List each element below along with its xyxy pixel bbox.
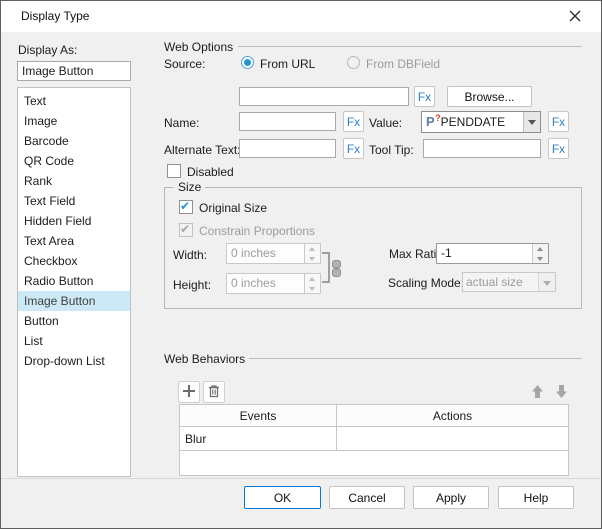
web-options-divider [238,46,582,47]
action-cell[interactable] [337,427,568,450]
width-value: 0 inches [227,244,304,263]
plus-icon [182,384,196,398]
constrain-link-icon [331,259,342,278]
parameter-icon: P? [426,115,435,129]
spin-up-icon [305,274,320,284]
from-url-radio[interactable] [241,56,254,69]
max-ratio-value: -1 [437,244,532,263]
table-empty-area [180,451,568,475]
constrain-proportions-checkbox: ✔ [179,223,193,237]
value-combobox[interactable]: P? PENDDATE [421,111,541,133]
list-item-text[interactable]: Text [18,91,130,111]
web-behaviors-divider [249,358,582,359]
display-type-dialog: Display Type Display As: Text Image Barc… [0,0,602,529]
list-item-image-button[interactable]: Image Button [18,291,130,311]
title-bar: Display Type [1,1,601,32]
table-header-row: Events Actions [180,405,568,427]
event-cell[interactable]: Blur [180,427,337,450]
cancel-button[interactable]: Cancel [329,486,405,509]
footer-divider [1,478,602,479]
size-group-title: Size [174,180,205,194]
list-item-image[interactable]: Image [18,111,130,131]
list-item-rank[interactable]: Rank [18,171,130,191]
apply-button[interactable]: Apply [413,486,489,509]
dialog-title: Display Type [21,9,89,23]
list-item-drop-down-list[interactable]: Drop-down List [18,351,130,371]
height-label: Height: [173,278,211,292]
original-size-label: Original Size [199,201,267,215]
list-item-button[interactable]: Button [18,311,130,331]
web-options-heading: Web Options [164,40,233,54]
browse-button[interactable]: Browse... [447,86,532,107]
width-spinner: 0 inches [226,243,321,264]
value-label: Value: [369,116,402,130]
list-item-barcode[interactable]: Barcode [18,131,130,151]
alternate-text-input[interactable] [239,139,336,158]
constrain-proportions-label: Constrain Proportions [199,224,315,238]
display-as-label: Display As: [18,43,77,57]
original-size-checkbox[interactable]: ✔ [179,200,193,214]
chevron-down-icon [538,273,555,291]
from-url-label: From URL [260,57,315,71]
tool-tip-label: Tool Tip: [369,143,414,157]
checkmark-icon: ✔ [180,199,190,213]
url-formula-button[interactable]: Fx [414,86,435,107]
scaling-mode-label: Scaling Mode: [388,276,464,290]
value-selected: PENDDATE [435,115,523,129]
web-behaviors-heading: Web Behaviors [164,352,245,366]
tool-tip-input[interactable] [423,139,541,158]
tool-tip-formula-button[interactable]: Fx [548,138,569,159]
spin-up-icon [305,244,320,254]
url-input[interactable] [239,87,409,106]
spin-down-icon [305,284,320,294]
move-down-button [552,383,571,402]
list-item-text-field[interactable]: Text Field [18,191,130,211]
list-item-hidden-field[interactable]: Hidden Field [18,211,130,231]
scaling-mode-combobox: actual size [462,272,556,292]
width-height-bracket [322,252,330,283]
disabled-checkbox[interactable] [167,164,181,178]
trash-icon [207,384,221,398]
delete-behavior-button[interactable] [203,381,225,403]
spin-up-button[interactable] [533,244,548,254]
name-input[interactable] [239,112,336,131]
max-ratio-spinner[interactable]: -1 [436,243,549,264]
ok-button[interactable]: OK [244,486,321,509]
alternate-text-label: Alternate Text: [164,143,241,157]
web-behaviors-table: Events Actions Blur [179,404,569,476]
display-type-list: Text Image Barcode QR Code Rank Text Fie… [17,87,131,477]
close-button[interactable] [565,8,585,26]
from-dbfield-radio [347,56,360,69]
events-column-header: Events [180,405,337,426]
list-item-text-area[interactable]: Text Area [18,231,130,251]
display-as-input[interactable] [17,61,131,81]
help-button[interactable]: Help [498,486,574,509]
list-item-checkbox[interactable]: Checkbox [18,251,130,271]
list-item-radio-button[interactable]: Radio Button [18,271,130,291]
name-formula-button[interactable]: Fx [343,111,364,132]
add-behavior-button[interactable] [178,381,200,403]
alternate-text-formula-button[interactable]: Fx [343,138,364,159]
height-spinner: 0 inches [226,273,321,294]
value-formula-button[interactable]: Fx [548,111,569,132]
checkmark-icon: ✔ [180,222,190,236]
chevron-down-icon[interactable] [523,112,540,132]
spin-down-icon [305,254,320,264]
from-dbfield-label: From DBField [366,57,440,71]
actions-column-header: Actions [337,405,568,426]
arrow-down-icon [554,384,569,399]
height-value: 0 inches [227,274,304,293]
spin-down-button[interactable] [533,254,548,264]
list-item-list[interactable]: List [18,331,130,351]
name-label: Name: [164,116,199,130]
table-row[interactable]: Blur [180,427,568,451]
list-item-qr-code[interactable]: QR Code [18,151,130,171]
scaling-mode-value: actual size [463,275,538,289]
width-label: Width: [173,248,207,262]
move-up-button [528,383,547,402]
close-icon [569,10,581,22]
disabled-label: Disabled [187,165,234,179]
source-label: Source: [164,57,205,71]
arrow-up-icon [530,384,545,399]
